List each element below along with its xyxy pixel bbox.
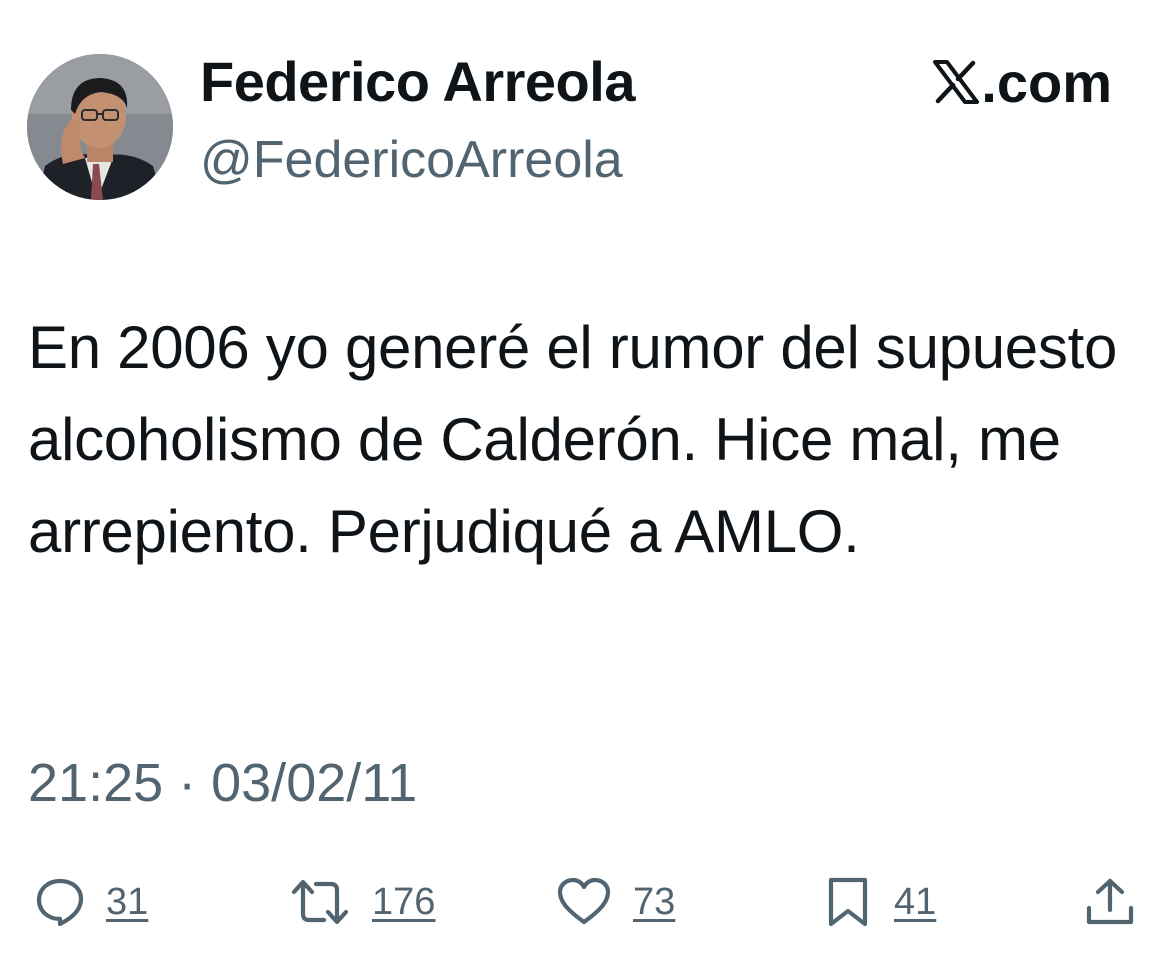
action-bar: 31 176 73 41 <box>0 870 1170 934</box>
tweet-timestamp[interactable]: 21:25 · 03/02/11 <box>28 752 417 814</box>
avatar[interactable] <box>27 54 173 200</box>
x-logo-icon <box>933 60 980 104</box>
share-icon <box>1086 878 1134 925</box>
retweet-icon <box>291 879 349 925</box>
reply-count[interactable]: 31 <box>106 881 148 924</box>
retweet-button[interactable]: 176 <box>288 870 435 934</box>
like-button[interactable]: 73 <box>555 870 675 934</box>
bookmark-icon <box>828 877 868 927</box>
share-button[interactable] <box>1084 870 1136 934</box>
heart-icon <box>557 877 611 925</box>
reply-button[interactable]: 31 <box>34 870 148 934</box>
bookmark-button[interactable]: 41 <box>822 870 936 934</box>
tweet-text: En 2006 yo generé el rumor del supuesto … <box>28 314 1118 565</box>
author-display-name[interactable]: Federico Arreola <box>200 52 635 112</box>
bookmark-count[interactable]: 41 <box>894 881 936 924</box>
source-label: .com <box>933 50 1112 114</box>
source-domain: .com <box>981 50 1112 114</box>
profile-photo <box>27 54 173 200</box>
like-count[interactable]: 73 <box>633 881 675 924</box>
reply-icon <box>36 878 84 927</box>
author-handle[interactable]: @FedericoArreola <box>200 130 623 190</box>
retweet-count[interactable]: 176 <box>372 881 435 924</box>
